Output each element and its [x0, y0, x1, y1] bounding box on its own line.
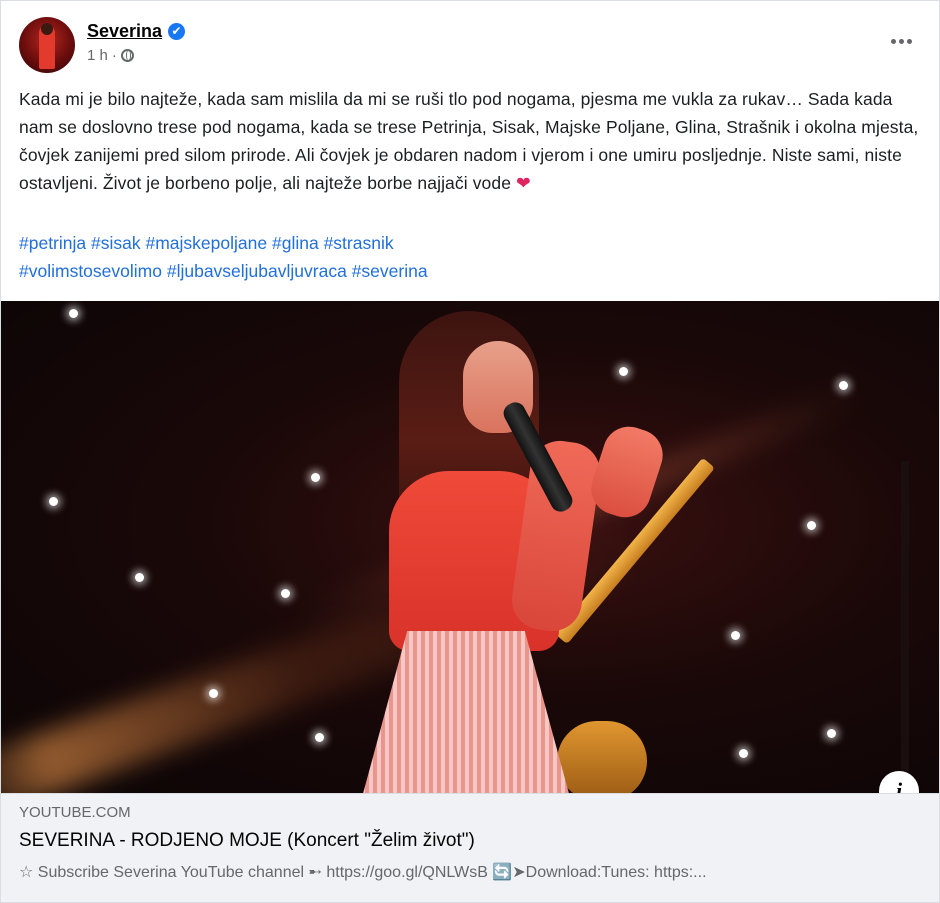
post-time[interactable]: 1 h	[87, 47, 108, 64]
info-button[interactable]: i	[879, 771, 919, 793]
stage-light	[209, 689, 218, 698]
avatar-head	[41, 23, 53, 35]
stage-light	[807, 521, 816, 530]
hashtag-link[interactable]: #glina	[272, 233, 319, 253]
author-row: Severina ✔	[87, 21, 186, 42]
stage-light	[731, 631, 740, 640]
stage-light	[839, 381, 848, 390]
stage-light	[281, 589, 290, 598]
author-name[interactable]: Severina	[87, 21, 162, 42]
stage-light	[135, 573, 144, 582]
stage-light	[827, 729, 836, 738]
more-options-button[interactable]	[883, 29, 919, 53]
hashtag-link[interactable]: #severina	[352, 261, 428, 281]
link-title[interactable]: SEVERINA - RODJENO MOJE (Koncert "Želim …	[19, 830, 475, 852]
post-header: Severina ✔ 1 h ·	[19, 17, 919, 77]
dot-icon	[906, 38, 912, 44]
post-text: Kada mi je bilo najteže, kada sam mislil…	[19, 85, 919, 197]
stage-light	[739, 749, 748, 758]
verified-badge-icon: ✔	[168, 23, 186, 40]
link-domain: YOUTUBE.COM	[19, 804, 131, 821]
stage-light	[315, 733, 324, 742]
hashtag-link[interactable]: #sisak	[91, 233, 141, 253]
hashtag-list: #petrinja #sisak #majskepoljane #glina #…	[19, 229, 919, 285]
stage-light	[311, 473, 320, 482]
author-avatar[interactable]	[19, 17, 75, 73]
mic-stand	[901, 461, 909, 793]
stage-light	[69, 309, 78, 318]
dot-icon	[890, 38, 896, 44]
link-description: ☆ Subscribe Severina YouTube channel ➸ h…	[19, 864, 707, 881]
dot-icon	[898, 38, 904, 44]
stage-light	[49, 497, 58, 506]
stage-light	[619, 367, 628, 376]
hashtag-link[interactable]: #ljubavseljubavljuvraca	[167, 261, 347, 281]
globe-icon[interactable]	[120, 49, 134, 62]
heart-emoji: ❤	[516, 173, 531, 193]
meta-separator: ·	[111, 47, 117, 64]
link-preview-image[interactable]: i	[1, 301, 939, 793]
hashtag-link[interactable]: #volimstosevolimo	[19, 261, 162, 281]
hashtag-link[interactable]: #majskepoljane	[146, 233, 268, 253]
post-meta: 1 h ·	[87, 47, 134, 64]
hashtag-link[interactable]: #petrinja	[19, 233, 86, 253]
hashtag-link[interactable]: #strasnik	[324, 233, 394, 253]
facebook-post: Severina ✔ 1 h · Kada mi je bilo najteže…	[0, 0, 940, 903]
guitar-body	[557, 721, 647, 793]
link-card[interactable]: YOUTUBE.COM SEVERINA - RODJENO MOJE (Kon…	[1, 793, 939, 902]
post-body: Kada mi je bilo najteže, kada sam mislil…	[19, 89, 919, 193]
